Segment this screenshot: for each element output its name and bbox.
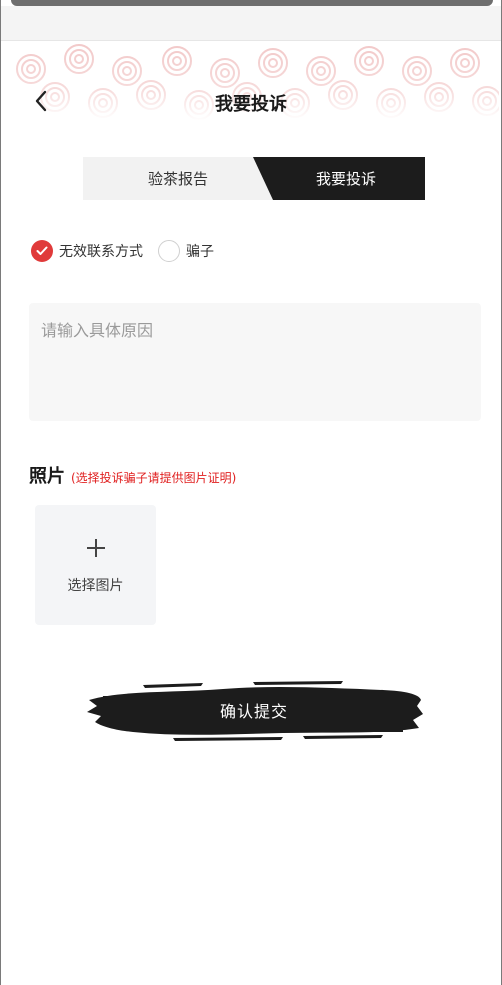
tab-bar: 验茶报告 我要投诉 (83, 157, 425, 200)
photo-hint: (选择投诉骗子请提供图片证明) (71, 471, 237, 485)
nav-bar: 我要投诉 (1, 84, 501, 120)
submit-button[interactable]: 确认提交 (83, 676, 425, 746)
submit-label: 确认提交 (219, 702, 288, 721)
check-icon (36, 246, 48, 255)
reason-input[interactable] (29, 303, 481, 421)
photo-section-header: 照片 (选择投诉骗子请提供图片证明) (29, 462, 236, 488)
upload-image-button[interactable]: 选择图片 (35, 505, 156, 625)
upload-label: 选择图片 (67, 578, 124, 594)
complaint-type-group: 无效联系方式 骗子 (31, 238, 214, 264)
phone-frame: 我要投诉 验茶报告 我要投诉 无效联系方式 骗子 照片 (选择投诉骗子请提供图片… (0, 0, 502, 985)
radio-unchecked-icon (158, 240, 180, 262)
photo-title: 照片 (29, 466, 65, 487)
radio-label-scammer: 骗子 (186, 244, 214, 260)
radio-checked-icon (31, 240, 53, 262)
status-strip (1, 6, 501, 41)
radio-label-invalid-contact: 无效联系方式 (59, 244, 143, 260)
plus-icon (85, 535, 107, 565)
page-title: 我要投诉 (215, 94, 287, 115)
radio-invalid-contact[interactable]: 无效联系方式 (31, 240, 143, 262)
tab-complaint[interactable]: 我要投诉 (253, 157, 425, 200)
radio-scammer[interactable]: 骗子 (158, 240, 214, 262)
tab-tea-report[interactable]: 验茶报告 (83, 157, 273, 200)
